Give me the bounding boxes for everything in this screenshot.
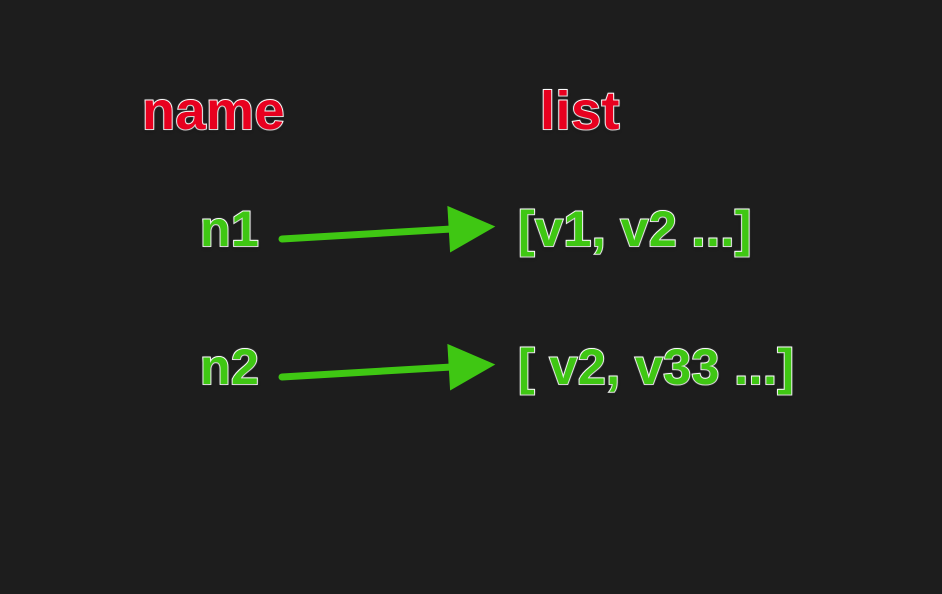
header-name: name <box>142 80 285 142</box>
header-list: list <box>540 80 620 142</box>
row-0-name: n1 <box>200 200 259 258</box>
arrow-icon <box>278 343 494 393</box>
row-0-list: [v1, v2 ...] <box>518 200 752 258</box>
arrow-icon <box>278 205 494 255</box>
row-1-list: [ v2, v33 ...] <box>518 338 795 396</box>
row-1-name: n2 <box>200 338 259 396</box>
diagram-canvas: name list n1 [v1, v2 ...] n2 [ v2, v33 .… <box>0 0 942 594</box>
